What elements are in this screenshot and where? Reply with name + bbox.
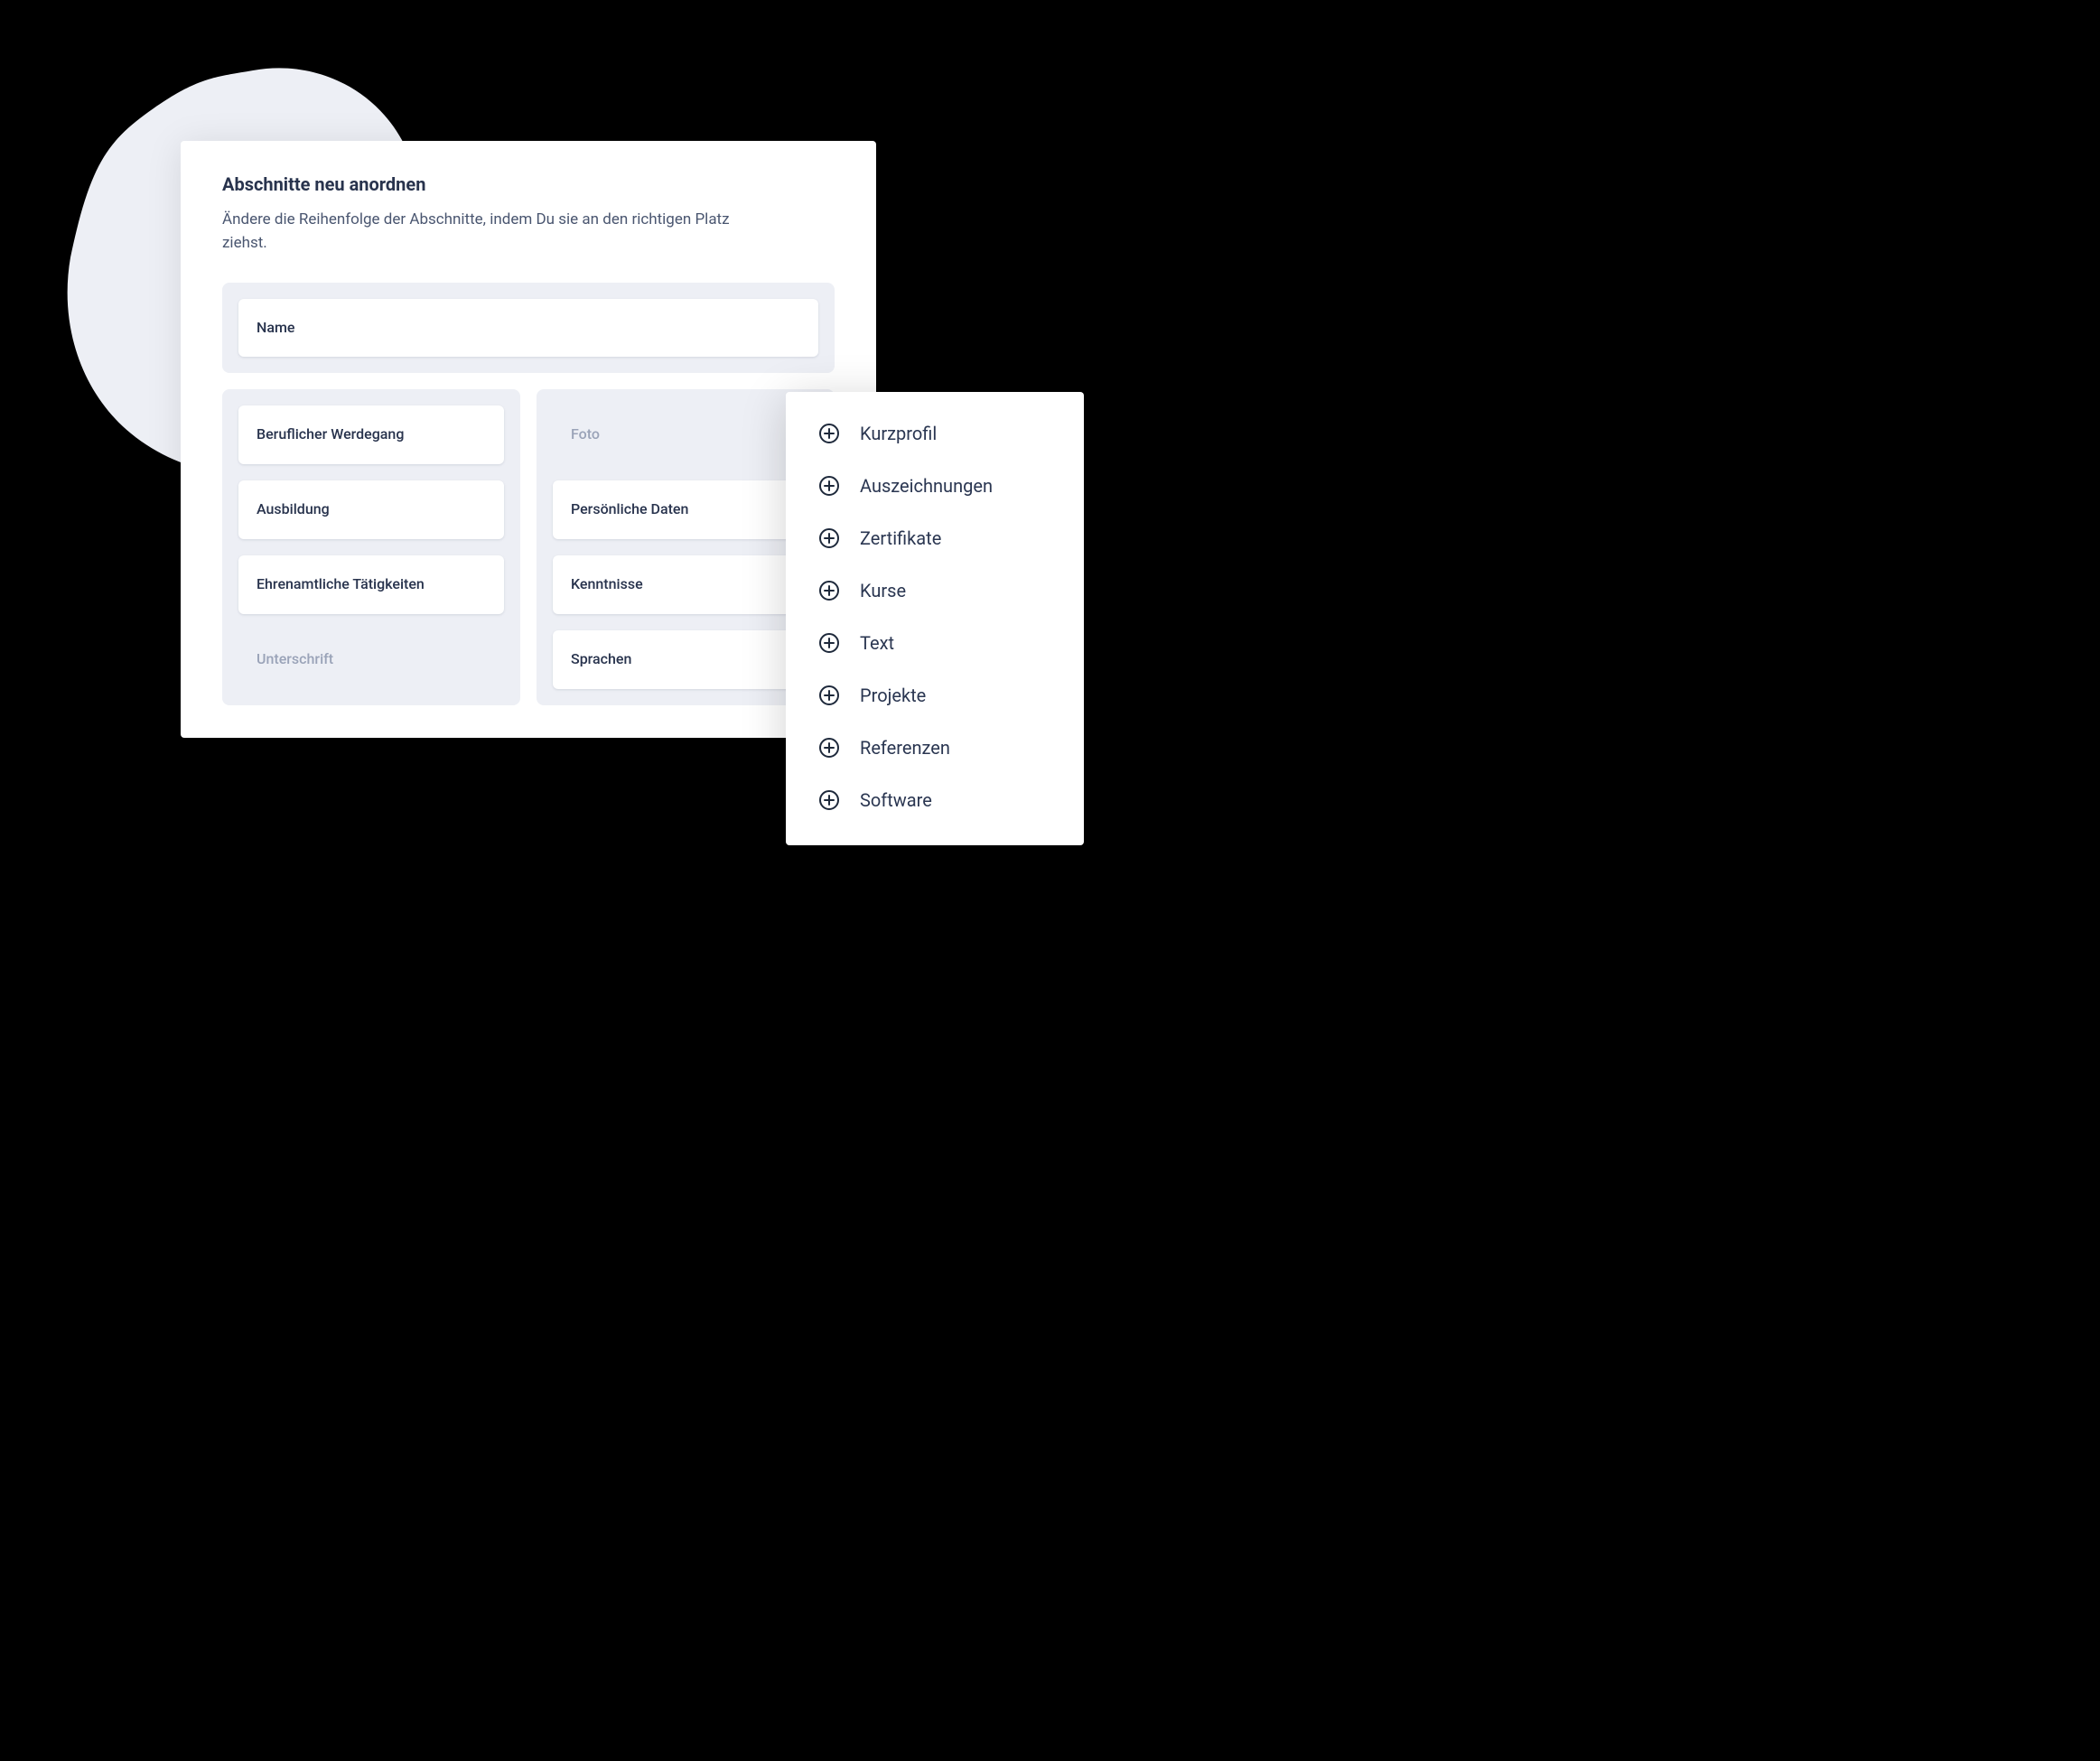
add-section-panel: Kurzprofil Auszeichnungen Zertifikate Ku… [786,392,1084,845]
section-item[interactable]: Ehrenamtliche Tätigkeiten [238,555,504,614]
card-subtitle: Ändere die Reihenfolge der Abschnitte, i… [222,208,746,256]
section-item-name[interactable]: Name [238,299,818,358]
reorder-sections-card: Abschnitte neu anordnen Ändere die Reihe… [181,141,876,738]
plus-circle-icon [818,527,840,549]
name-section-container: Name [222,283,835,374]
plus-circle-icon [818,737,840,759]
add-item-referenzen[interactable]: Referenzen [818,737,1051,759]
plus-circle-icon [818,580,840,601]
add-item-zertifikate[interactable]: Zertifikate [818,527,1051,549]
add-item-label: Projekte [860,685,926,706]
add-item-label: Software [860,789,932,811]
add-item-projekte[interactable]: Projekte [818,685,1051,706]
plus-circle-icon [818,632,840,654]
card-title: Abschnitte neu anordnen [222,173,835,195]
add-item-label: Kurse [860,580,906,601]
section-item[interactable]: Beruflicher Werdegang [238,405,504,464]
plus-circle-icon [818,685,840,706]
add-item-text[interactable]: Text [818,632,1051,654]
plus-circle-icon [818,789,840,811]
section-item[interactable]: Kenntnisse [553,555,818,614]
section-item[interactable]: Persönliche Daten [553,480,818,539]
add-item-kurse[interactable]: Kurse [818,580,1051,601]
add-item-auszeichnungen[interactable]: Auszeichnungen [818,475,1051,497]
section-item-disabled: Foto [553,405,818,464]
section-item[interactable]: Sprachen [553,630,818,689]
left-column: Beruflicher Werdegang Ausbildung Ehrenam… [222,389,520,704]
add-item-label: Text [860,632,894,654]
add-item-label: Auszeichnungen [860,475,993,497]
columns-container: Beruflicher Werdegang Ausbildung Ehrenam… [222,389,835,704]
section-item[interactable]: Ausbildung [238,480,504,539]
plus-circle-icon [818,475,840,497]
add-item-software[interactable]: Software [818,789,1051,811]
plus-circle-icon [818,423,840,444]
section-item-disabled: Unterschrift [238,630,504,689]
add-item-label: Referenzen [860,737,950,759]
add-item-label: Kurzprofil [860,423,937,444]
add-item-kurzprofil[interactable]: Kurzprofil [818,423,1051,444]
add-item-label: Zertifikate [860,527,941,549]
